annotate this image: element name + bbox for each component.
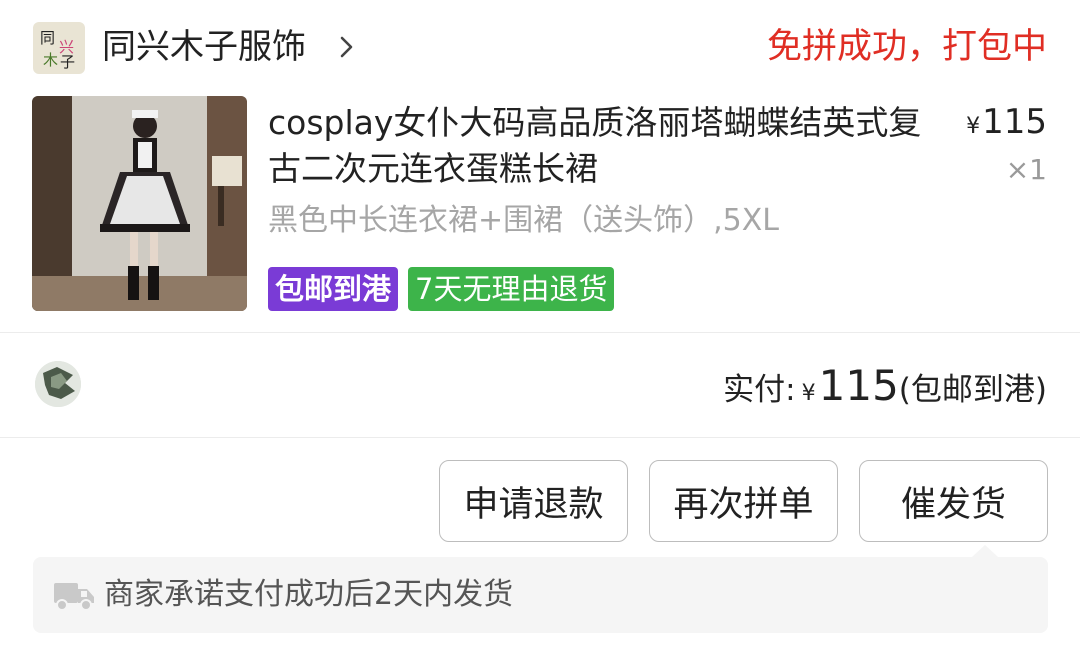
shipping-notice: 商家承诺支付成功后2天内发货 [33, 545, 1048, 633]
currency-symbol: ¥ [801, 381, 816, 406]
currency-symbol: ¥ [966, 114, 981, 139]
shop-name-link[interactable]: 同兴木子服饰 [102, 24, 306, 70]
shop-logo[interactable]: 同 兴 木 子 [33, 22, 85, 74]
product-tags: 包邮到港 7天无理由退货 [268, 267, 615, 311]
product-thumbnail[interactable] [32, 96, 247, 311]
regroup-button[interactable]: 再次拼单 [649, 460, 838, 542]
apply-refund-button[interactable]: 申请退款 [439, 460, 628, 542]
free-shipping-badge: 包邮到港 [268, 267, 399, 311]
paid-amount: 实付: ¥ 115 (包邮到港) [723, 361, 1047, 411]
return-policy-badge: 7天无理由退货 [408, 267, 615, 311]
product-title[interactable]: cosplay女仆大码高品质洛丽塔蝴蝶结英式复古二次元连衣蛋糕长裙 [268, 100, 928, 192]
shop-logo-glyph: 木 [43, 51, 59, 69]
product-spec: 黑色中长连衣裙+围裙（送头饰）,5XL [268, 203, 780, 238]
shop-logo-glyph: 同 [40, 29, 56, 47]
shop-header: 同 兴 木 子 同兴木子服饰 免拼成功，打包中 [0, 0, 1080, 96]
payment-row: 实付: ¥ 115 (包邮到港) [0, 333, 1080, 437]
price-value: 115 [982, 102, 1047, 142]
avatar[interactable] [35, 361, 81, 407]
product-row[interactable]: cosplay女仆大码高品质洛丽塔蝴蝶结英式复古二次元连衣蛋糕长裙 ¥115 ×… [0, 96, 1080, 332]
urge-shipping-button[interactable]: 催发货 [859, 460, 1048, 542]
product-quantity: ×1 [1005, 153, 1047, 186]
shop-logo-glyph: 子 [60, 53, 76, 71]
order-status: 免拼成功，打包中 [766, 27, 1047, 67]
truck-icon [54, 583, 94, 611]
paid-label: 实付: [723, 372, 796, 408]
chevron-right-icon[interactable] [334, 30, 360, 64]
paid-value: 115 [818, 361, 899, 410]
notice-caret [972, 545, 998, 557]
shipping-notice-text: 商家承诺支付成功后2天内发货 [104, 577, 514, 612]
paid-note: (包邮到港) [898, 372, 1047, 408]
divider [0, 437, 1080, 438]
product-price: ¥115 [966, 102, 1047, 147]
